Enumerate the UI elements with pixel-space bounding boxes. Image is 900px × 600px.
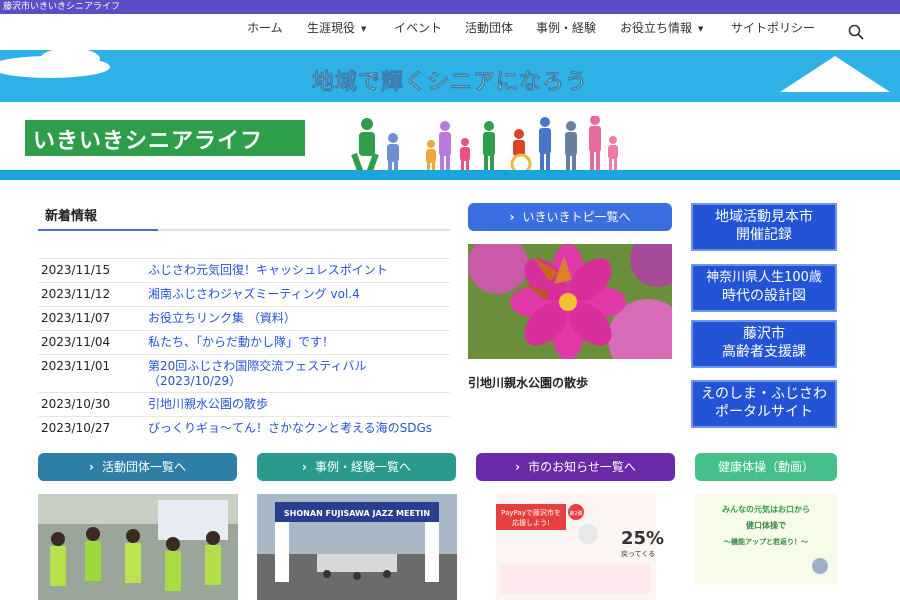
jazz-festival-image: SHONAN FUJISAWA JAZZ MEETIN xyxy=(257,494,457,600)
news-date: 2023/11/07 xyxy=(41,311,111,325)
banner-logo: いきいきシニアライフ xyxy=(25,120,305,156)
side-link-line: えのしま・ふじさわ xyxy=(701,386,827,402)
groups-button-label: 活動団体一覧へ xyxy=(101,460,186,474)
banner-logo-text: いきいきシニアライフ xyxy=(33,129,264,154)
chevron-right-icon: › xyxy=(515,460,521,474)
jazz-sign-text: SHONAN FUJISAWA JAZZ MEETIN xyxy=(284,509,430,518)
nav-label: 生涯現役 xyxy=(307,21,356,35)
news-link[interactable]: 第20回ふじさわ国際交流フェスティバル（2023/10/29） xyxy=(148,358,450,389)
paypay-back: 戻ってくる xyxy=(621,549,655,558)
news-date: 2023/11/12 xyxy=(41,287,111,301)
news-link[interactable]: 湘南ふじさわジャズミーティング vol.4 xyxy=(148,286,450,303)
news-date: 2023/10/30 xyxy=(41,397,111,411)
exercise-video-line2: 健口体操で xyxy=(746,520,786,530)
news-list: 2023/11/15 ふじさわ元気回復！キャッシュレスポイント 2023/11/… xyxy=(38,258,450,440)
nav-item-home[interactable]: ホーム xyxy=(247,19,283,36)
banner-slogan: 地域で輝くシニアになろう xyxy=(311,70,588,96)
chevron-right-icon: › xyxy=(302,460,307,474)
groups-list-button[interactable]: › 活動団体一覧へ xyxy=(38,453,237,481)
nav-item-groups[interactable]: 活動団体 xyxy=(465,19,513,36)
news-row[interactable]: 2023/11/15 ふじさわ元気回復！キャッシュレスポイント xyxy=(38,258,450,282)
side-link-line: 神奈川県人生100歳 xyxy=(706,270,822,285)
exercise-video-thumbnail[interactable]: みんなの元気はお口から 健口体操で 〜機能アップと若返り！〜 xyxy=(695,494,837,584)
side-link-line: ポータルサイト xyxy=(715,404,813,420)
side-link-line: 藤沢市 xyxy=(743,326,785,342)
nav-item-events[interactable]: イベント xyxy=(394,19,442,36)
news-row[interactable]: 2023/11/01 第20回ふじさわ国際交流フェスティバル（2023/10/2… xyxy=(38,354,450,392)
paypay-text-a: PayPayで藤沢市を xyxy=(501,508,561,517)
news-link[interactable]: 私たち、「からだ動かし隊」です！ xyxy=(148,334,450,351)
exercise-video-line1: みんなの元気はお口から xyxy=(722,504,810,514)
site-title[interactable]: 藤沢市いきいきシニアライフ xyxy=(3,1,120,13)
notices-list-button[interactable]: › 市のお知らせ一覧へ xyxy=(476,453,675,481)
groups-photo[interactable] xyxy=(38,494,238,600)
nav-label: 活動団体 xyxy=(465,21,514,35)
news-link[interactable]: ふじさわ元気回復！キャッシュレスポイント xyxy=(148,262,450,279)
exercise-button-label: 健康体操（動画） xyxy=(717,460,814,474)
caret-down-icon: ▼ xyxy=(361,25,367,33)
news-link[interactable]: びっくりギョ〜てん！さかなクンと考える海のSDGs xyxy=(148,420,450,437)
nav-item-useful-info[interactable]: お役立ち情報 ▼ xyxy=(620,19,703,36)
notices-button-label: 市のお知らせ一覧へ xyxy=(528,460,636,474)
news-row[interactable]: 2023/11/07 お役立ちリンク集 （資料） xyxy=(38,306,450,330)
nav-label: 事例・経験 xyxy=(536,21,597,35)
topic-photo-butterfly[interactable] xyxy=(468,244,672,359)
side-link-regional-fair[interactable]: 地域活動見本市 開催記録 xyxy=(691,203,837,251)
news-row[interactable]: 2023/11/04 私たち、「からだ動かし隊」です！ xyxy=(38,330,450,354)
hero-banner: 地域で輝くシニアになろう いきいきシニアライフ xyxy=(0,50,900,180)
nav-label: ホーム xyxy=(247,21,283,35)
news-heading: 新着情報 xyxy=(45,209,98,224)
main-nav: ホーム 生涯現役 ▼ イベント 活動団体 事例・経験 お役立ち情報 ▼ サイトポリシ… xyxy=(0,14,900,50)
jazz-meeting-photo[interactable]: SHONAN FUJISAWA JAZZ MEETIN xyxy=(257,494,457,600)
side-link-line: 時代の設計図 xyxy=(722,288,806,304)
paypay-text-b: 応援しよう! xyxy=(512,518,550,527)
caret-down-icon: ▼ xyxy=(698,25,704,33)
people-illustration xyxy=(351,116,618,175)
nav-label: お役立ち情報 xyxy=(620,21,693,35)
nav-label: サイトポリシー xyxy=(731,21,816,35)
side-link-elderly-support[interactable]: 藤沢市 高齢者支援課 xyxy=(691,320,837,368)
topic-caption[interactable]: 引地川親水公園の散歩 xyxy=(468,374,588,391)
banner-bottom-stripe xyxy=(0,170,900,180)
chevron-right-icon: › xyxy=(89,460,94,474)
nav-item-lifelong[interactable]: 生涯現役 ▼ xyxy=(307,19,366,36)
paypay-campaign-flyer[interactable]: PayPayで藤沢市を 応援しよう! 25% 戻ってくる 第2弾 xyxy=(476,494,676,600)
news-row[interactable]: 2023/10/30 引地川親水公園の散歩 xyxy=(38,392,450,416)
search-icon[interactable] xyxy=(848,24,864,40)
news-divider-accent xyxy=(38,229,158,231)
nav-item-cases[interactable]: 事例・経験 xyxy=(536,19,596,36)
side-link-line: 地域活動見本市 xyxy=(715,209,813,225)
cases-button-label: 事例・経験一覧へ xyxy=(314,460,411,474)
butterfly-flower-image xyxy=(468,244,672,359)
cases-list-button[interactable]: › 事例・経験一覧へ xyxy=(257,453,456,481)
news-date: 2023/11/04 xyxy=(41,335,111,349)
topics-list-button[interactable]: › いきいきトピ一覧へ xyxy=(468,203,672,231)
site-title-bar: 藤沢市いきいきシニアライフ xyxy=(0,0,900,14)
exercise-video-button[interactable]: 健康体操（動画） xyxy=(695,453,837,481)
side-link-enoshima-portal[interactable]: えのしま・ふじさわ ポータルサイト xyxy=(691,380,837,428)
topics-button-label: いきいきトピ一覧へ xyxy=(522,210,631,224)
news-date: 2023/10/27 xyxy=(41,421,111,435)
exercise-group-image xyxy=(38,494,238,600)
paypay-round: 第2弾 xyxy=(569,510,582,517)
news-link[interactable]: お役立ちリンク集 （資料） xyxy=(148,310,450,327)
news-row[interactable]: 2023/11/12 湘南ふじさわジャズミーティング vol.4 xyxy=(38,282,450,306)
nav-item-site-policy[interactable]: サイトポリシー xyxy=(731,19,815,36)
paypay-flyer-image: PayPayで藤沢市を 応援しよう! 25% 戻ってくる 第2弾 xyxy=(476,494,676,600)
news-row[interactable]: 2023/10/27 びっくりギョ〜てん！さかなクンと考える海のSDGs xyxy=(38,416,450,440)
news-date: 2023/11/01 xyxy=(41,359,111,373)
paypay-percent: 25% xyxy=(621,528,664,549)
news-date: 2023/11/15 xyxy=(41,263,111,277)
exercise-video-image: みんなの元気はお口から 健口体操で 〜機能アップと若返り！〜 xyxy=(695,494,837,584)
news-link[interactable]: 引地川親水公園の散歩 xyxy=(148,396,450,413)
nav-label: イベント xyxy=(394,21,443,35)
side-link-line: 開催記録 xyxy=(736,227,792,243)
chevron-right-icon: › xyxy=(509,210,515,224)
exercise-video-line3: 〜機能アップと若返り！〜 xyxy=(724,537,808,546)
side-link-line: 高齢者支援課 xyxy=(722,344,806,360)
side-link-kanagawa-100[interactable]: 神奈川県人生100歳 時代の設計図 xyxy=(691,264,837,312)
